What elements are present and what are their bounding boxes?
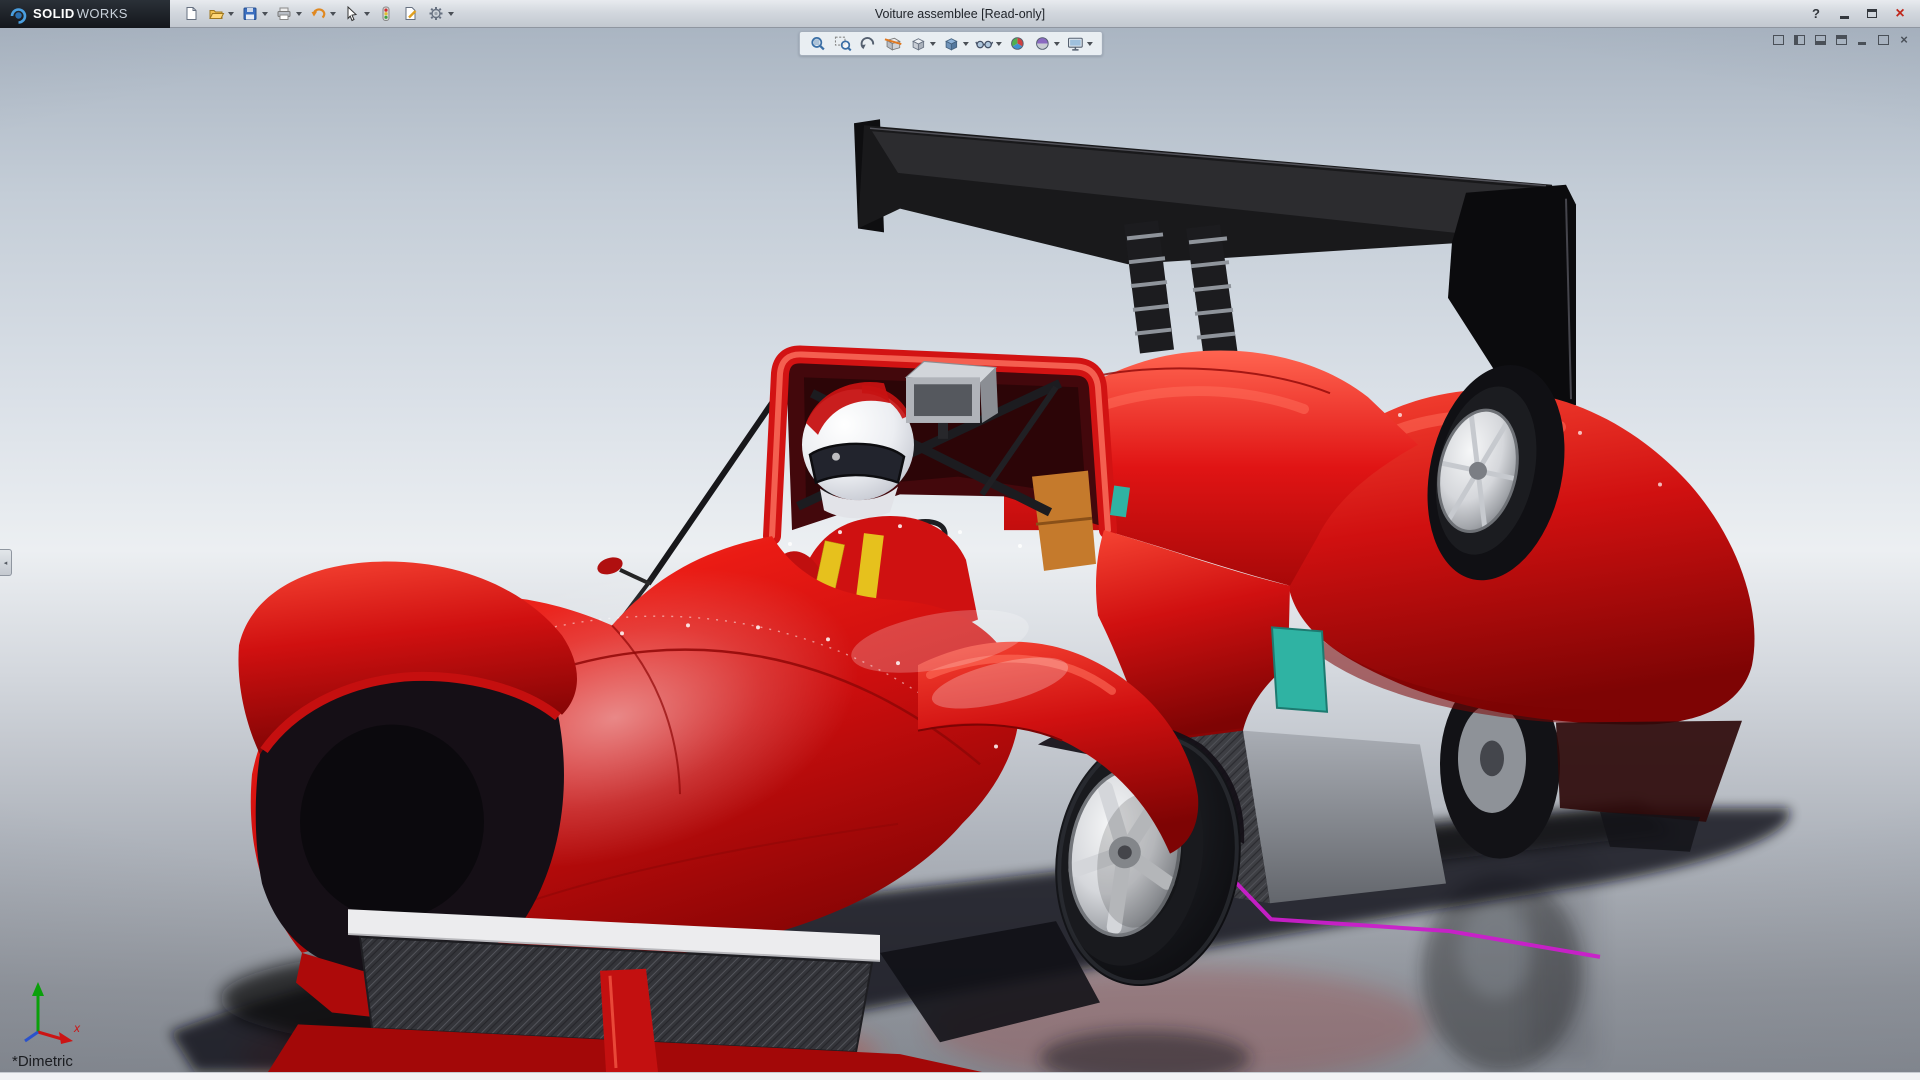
- z-axis: [24, 1030, 39, 1043]
- pane-icon-4[interactable]: [1833, 32, 1849, 47]
- view-settings-icon: [1067, 37, 1083, 51]
- save-floppy-icon: [243, 7, 257, 20]
- help-button[interactable]: ?: [1804, 4, 1828, 23]
- window-controls: ? ×: [1804, 4, 1920, 23]
- dropdown-caret-icon[interactable]: [228, 11, 234, 16]
- previous-view-button[interactable]: [857, 35, 880, 52]
- close-button[interactable]: ×: [1888, 4, 1912, 23]
- dropdown-caret-icon[interactable]: [995, 41, 1002, 46]
- status-bar: [0, 1072, 1920, 1080]
- dropdown-caret-icon[interactable]: [962, 41, 969, 46]
- file-properties-button[interactable]: [400, 4, 422, 23]
- document-minimize-button[interactable]: [1854, 32, 1870, 47]
- undo-arrow-icon: [311, 8, 326, 19]
- previous-view-icon: [860, 37, 875, 50]
- apply-scene-icon: [1036, 37, 1049, 50]
- zoom-to-fit-button[interactable]: [807, 35, 830, 52]
- solidworks-logo: SOLID WORKS: [0, 0, 170, 28]
- dropdown-caret-icon[interactable]: [330, 11, 336, 16]
- orientation-triad: x: [24, 982, 81, 1044]
- pane-icon: [1793, 34, 1805, 45]
- select-button[interactable]: [341, 4, 372, 23]
- document-restore-button[interactable]: [1875, 32, 1891, 47]
- pane-icon-3[interactable]: [1812, 32, 1828, 47]
- file-properties-icon: [405, 7, 417, 20]
- rebuild-stoplight-icon: [382, 6, 390, 21]
- pane-icon: [1772, 34, 1784, 45]
- maximize-button[interactable]: [1860, 4, 1884, 23]
- document-window-controls: ×: [1770, 32, 1912, 47]
- print-icon: [277, 7, 291, 20]
- dropdown-caret-icon[interactable]: [262, 11, 268, 16]
- select-cursor-icon: [347, 5, 358, 22]
- 3ds-swirl-icon: [10, 7, 27, 24]
- open-button[interactable]: [205, 4, 236, 23]
- undo-button[interactable]: [307, 4, 338, 23]
- x-axis: [37, 1030, 63, 1041]
- display-style-button[interactable]: [940, 35, 971, 52]
- maximize-icon: [1867, 9, 1877, 18]
- appearance-ball-icon: [1011, 37, 1024, 50]
- view-orientation-cube-icon: [912, 38, 925, 51]
- print-button[interactable]: [273, 4, 304, 23]
- save-button[interactable]: [239, 4, 270, 23]
- pane-icon: [1835, 34, 1847, 45]
- pane-icon-2[interactable]: [1791, 32, 1807, 47]
- dropdown-caret-icon[interactable]: [364, 11, 370, 16]
- dropdown-caret-icon[interactable]: [1053, 41, 1060, 46]
- dropdown-caret-icon[interactable]: [1086, 41, 1093, 46]
- view-settings-button[interactable]: [1064, 35, 1095, 52]
- dropdown-caret-icon[interactable]: [448, 11, 454, 16]
- hide-show-items-button[interactable]: [973, 35, 1004, 52]
- open-folder-icon: [209, 10, 225, 19]
- rebuild-button[interactable]: [375, 4, 397, 23]
- heads-up-view-toolbar: [798, 31, 1103, 56]
- view-orientation-label: *Dimetric: [12, 1053, 73, 1070]
- dropdown-caret-icon[interactable]: [929, 41, 936, 46]
- apply-scene-button[interactable]: [1031, 35, 1062, 52]
- side-window-teal: [1270, 626, 1329, 713]
- pane-icon-1[interactable]: [1770, 32, 1786, 47]
- options-button[interactable]: [425, 4, 456, 23]
- view-orientation-button[interactable]: [907, 35, 938, 52]
- new-button[interactable]: [180, 4, 202, 23]
- document-close-button[interactable]: ×: [1896, 32, 1912, 47]
- new-document-icon: [186, 7, 197, 20]
- graphics-viewport[interactable]: × ◂ x *Dimetric: [0, 28, 1920, 1072]
- x-axis-label: x: [73, 1021, 81, 1035]
- zoom-to-area-icon: [834, 36, 852, 52]
- section-view-icon: [884, 37, 902, 51]
- main-toolbar: [180, 4, 456, 23]
- minimize-icon: [1858, 42, 1866, 45]
- zoom-to-area-button[interactable]: [832, 35, 855, 52]
- minimize-icon: [1839, 16, 1849, 19]
- minimize-button[interactable]: [1832, 4, 1856, 23]
- brand-name-bold: SOLID: [33, 6, 75, 21]
- section-view-button[interactable]: [882, 35, 905, 52]
- zoom-to-fit-icon: [811, 37, 825, 51]
- edit-appearance-button[interactable]: [1006, 35, 1029, 52]
- pane-icon: [1814, 34, 1826, 45]
- brand-name-light: WORKS: [76, 6, 128, 21]
- feature-manager-collapsed-tab[interactable]: ◂: [0, 549, 12, 576]
- title-bar: SOLID WORKS Voiture assemblee [Read-only…: [0, 0, 1920, 28]
- 3d-model-race-car[interactable]: [0, 28, 1920, 1072]
- options-gear-icon: [429, 7, 443, 20]
- restore-icon: [1877, 34, 1889, 45]
- dropdown-caret-icon[interactable]: [296, 11, 302, 16]
- display-style-icon: [945, 38, 958, 51]
- hide-show-glasses-icon: [975, 40, 994, 49]
